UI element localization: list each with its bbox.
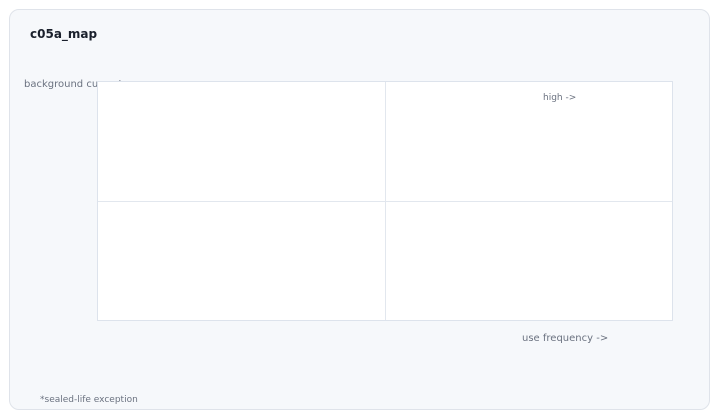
horizontal-divider bbox=[98, 201, 672, 202]
quadrant-map: high -> bbox=[97, 81, 673, 321]
x-axis-label: use frequency -> bbox=[522, 333, 609, 344]
footnote: *sealed-life exception bbox=[40, 395, 138, 405]
quadrant-top-right bbox=[385, 82, 672, 201]
quadrant-top-left bbox=[98, 82, 385, 201]
quadrant-bottom-right bbox=[385, 201, 672, 320]
quadrant-bottom-left bbox=[98, 201, 385, 320]
card-title: c05a_map bbox=[30, 27, 98, 41]
map-card: c05a_map background current -> high -> u… bbox=[9, 9, 710, 410]
quadrant-high-label: high -> bbox=[543, 93, 577, 103]
